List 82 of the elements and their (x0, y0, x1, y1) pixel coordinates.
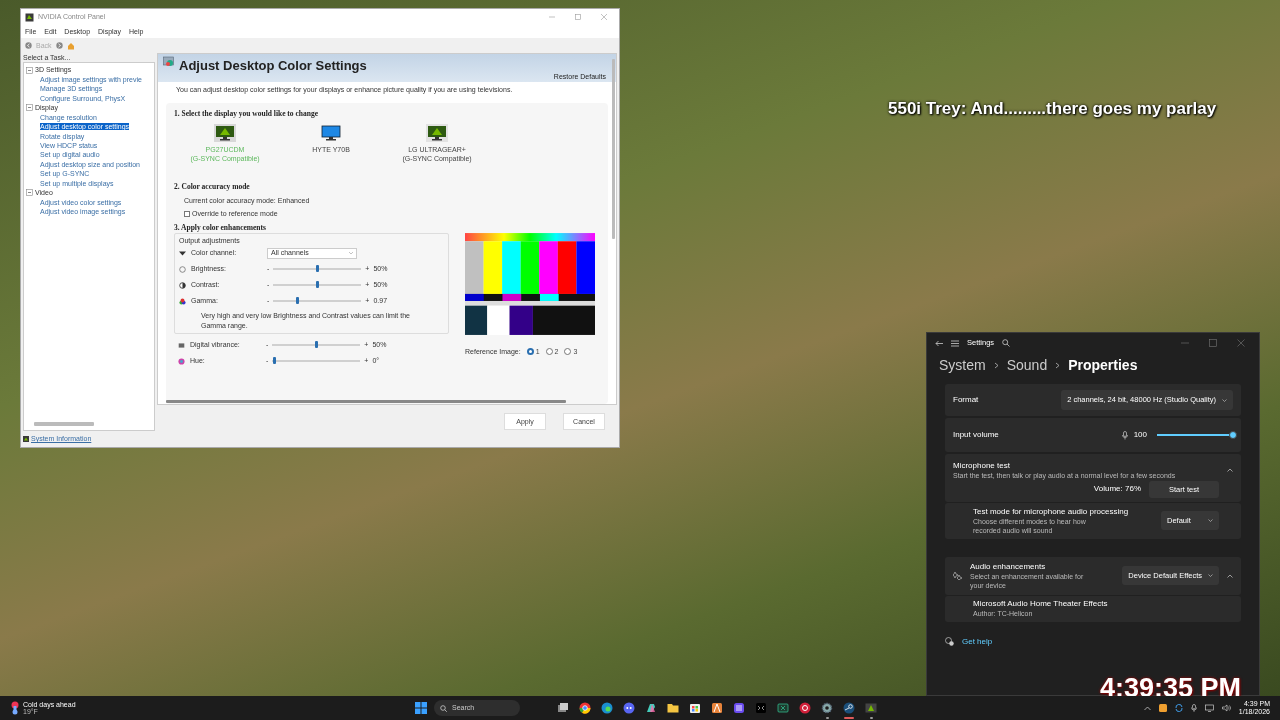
collapse-icon[interactable] (26, 66, 33, 74)
app-icon (733, 702, 745, 714)
forward-icon[interactable] (55, 42, 63, 49)
slider-thumb[interactable] (315, 281, 319, 289)
maximize-icon (575, 14, 581, 20)
monitor-icon (214, 123, 236, 142)
back-icon[interactable] (25, 42, 32, 49)
thermometer-icon (9, 701, 19, 715)
collapse-icon[interactable] (26, 104, 33, 112)
app-indicator (825, 717, 829, 719)
monitor-icon (320, 123, 342, 142)
breadcrumb-item[interactable]: Sound (1006, 355, 1048, 376)
setting-label: Format (953, 394, 980, 406)
network-icon[interactable] (1204, 704, 1214, 712)
breadcrumb-item: Properties (1068, 356, 1138, 375)
sync-icon[interactable] (1174, 704, 1183, 712)
scrollbar[interactable] (34, 422, 94, 426)
volume-slider-thumb[interactable] (1229, 431, 1237, 439)
adjustment-icon (179, 281, 186, 289)
card-title: Test mode for microphone audio processing (973, 506, 1130, 518)
back-arrow-icon[interactable] (935, 339, 943, 347)
chat-app-icon (623, 702, 635, 714)
collapse-icon[interactable] (26, 189, 33, 197)
slider-thumb[interactable] (296, 297, 300, 305)
app-indicator (844, 717, 854, 719)
app-icon (865, 702, 877, 714)
card-title: Microphone test (953, 460, 1011, 472)
microphone-icon (1121, 430, 1128, 440)
browser-icon (601, 702, 613, 714)
chevron-up-icon[interactable] (1227, 573, 1233, 578)
chevron-up-icon[interactable] (1227, 468, 1233, 473)
adjustment-icon (179, 297, 186, 305)
chevron-down-icon (1222, 398, 1227, 402)
close-icon (601, 14, 607, 20)
setting-label: Input volume (953, 429, 1000, 441)
app-icon (755, 702, 767, 714)
volume-reading: 100 (1133, 429, 1147, 441)
chevron-right-icon (1055, 362, 1061, 369)
breadcrumb-item[interactable]: System (939, 355, 986, 376)
gear-icon (821, 702, 833, 714)
help-icon (945, 637, 954, 647)
search-icon (440, 704, 447, 712)
channel-icon (179, 249, 186, 257)
adjustment-icon (179, 265, 186, 273)
folder-icon (667, 702, 679, 714)
microphone-icon[interactable] (1190, 704, 1197, 712)
volume-text: Volume: 76% (1093, 483, 1141, 496)
slider-thumb[interactable] (314, 341, 318, 348)
scrollbar[interactable] (166, 400, 566, 403)
app-icon (777, 702, 789, 714)
tray-app-icon[interactable] (1158, 704, 1167, 712)
search-icon[interactable] (1002, 339, 1011, 347)
menu-icon[interactable] (951, 339, 959, 347)
slider-thumb[interactable] (273, 357, 277, 364)
chevron-down-icon (1208, 574, 1213, 578)
chat-overlay-text: 550i Trey: And.........there goes my parlay (888, 98, 1218, 120)
card-title: Microsoft Audio Home Theater Effects (973, 598, 1108, 611)
monitor-icon (426, 123, 448, 142)
store-icon (689, 702, 701, 714)
checkbox[interactable] (184, 210, 190, 217)
browser-icon (579, 702, 591, 714)
chevron-down-icon (349, 251, 353, 255)
chevron-up-icon[interactable] (1143, 705, 1151, 711)
chevron-right-icon (993, 362, 999, 369)
task-view-icon (557, 702, 569, 714)
app-icon (25, 12, 34, 22)
app-icon (799, 702, 811, 714)
display-settings-icon (163, 56, 175, 68)
assistant-icon (645, 702, 657, 714)
windows-logo-icon (415, 702, 427, 714)
get-help-link[interactable]: Get help (962, 635, 993, 648)
slider-thumb[interactable] (315, 265, 319, 273)
app-indicator (869, 717, 873, 719)
minimize-icon (549, 14, 555, 20)
chevron-down-icon (1208, 519, 1213, 523)
speaker-icon[interactable] (1221, 704, 1231, 712)
card-title: Audio enhancements (970, 561, 1047, 573)
page-title: Adjust Desktop Color Settings (179, 57, 367, 75)
clock-overlay-text: 4:39:35 PM (1100, 672, 1242, 705)
scrollbar[interactable] (612, 59, 615, 239)
app-icon (711, 702, 723, 714)
info-icon (23, 436, 29, 442)
